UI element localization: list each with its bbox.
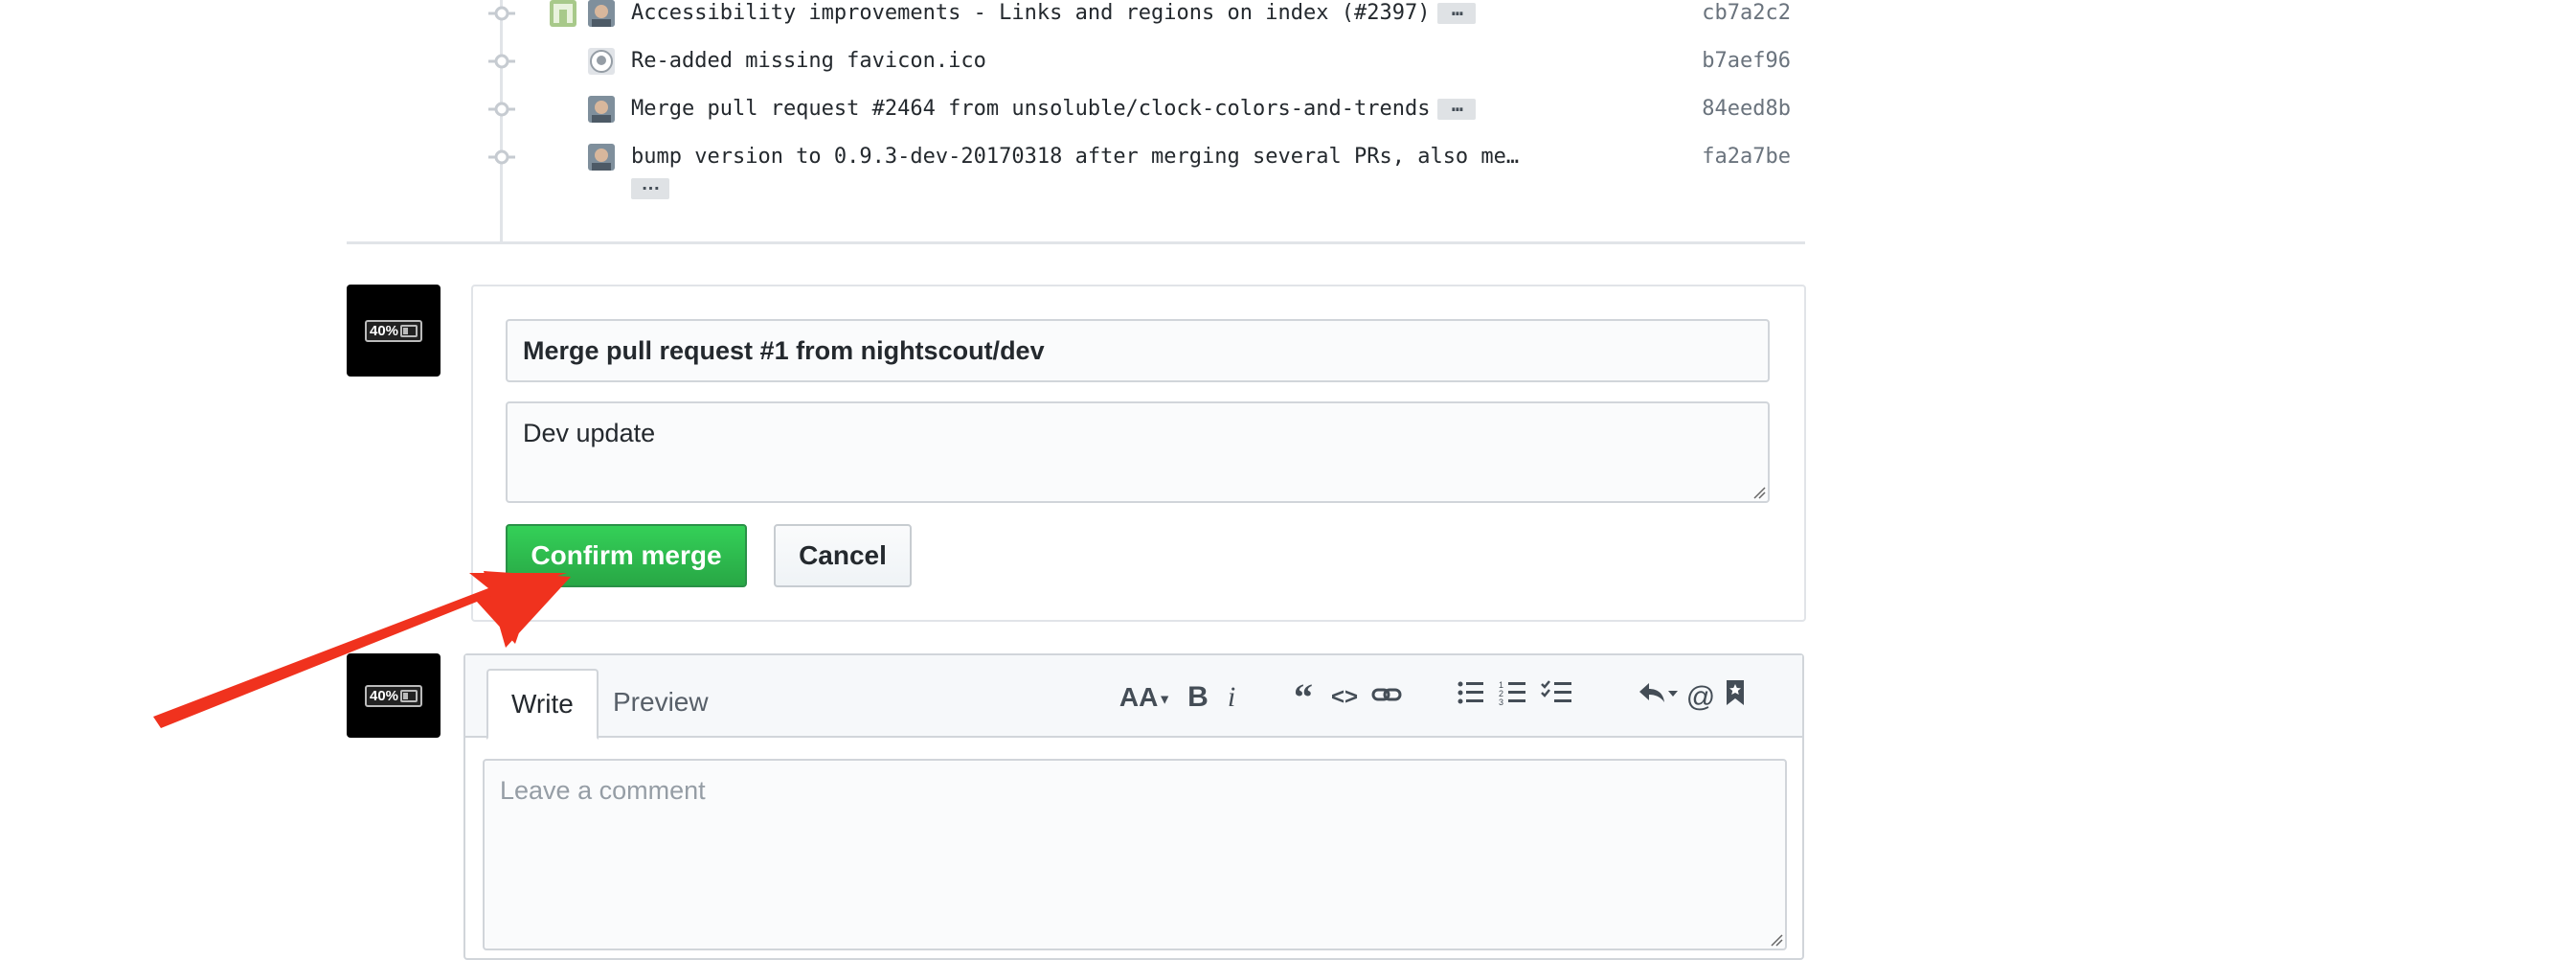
comment-placeholder: Leave a comment [500, 776, 706, 805]
battery-icon: 40% [364, 684, 423, 707]
unordered-list-icon[interactable] [1454, 678, 1488, 717]
task-list-icon[interactable] [1538, 678, 1576, 717]
mention-icon[interactable]: @ [1685, 678, 1716, 717]
merge-body-text: Dev update [523, 419, 656, 447]
avatar-badge-text: 40% [369, 322, 399, 339]
battery-icon: 40% [364, 319, 423, 342]
cancel-button[interactable]: Cancel [774, 524, 912, 587]
commit-dot-icon [488, 6, 515, 21]
commit-sha-link[interactable]: fa2a7be [1599, 144, 1791, 171]
author-avatar[interactable] [588, 96, 615, 123]
user-avatar[interactable]: 40% [347, 285, 441, 377]
confirm-merge-button[interactable]: Confirm merge [506, 524, 747, 587]
user-avatar[interactable]: 40% [347, 653, 441, 738]
avatar-badge-text: 40% [369, 687, 399, 704]
link-icon[interactable] [1369, 678, 1404, 717]
comment-toolbar: Write Preview AA▼ B i “ <> 123 @ [465, 655, 1802, 740]
header-icon[interactable]: AA▼ [1117, 678, 1174, 717]
github-mark-avatar[interactable] [588, 48, 615, 75]
commit-message[interactable]: bump version to 0.9.3-dev-20170318 after… [631, 144, 1519, 171]
ordered-list-icon[interactable]: 123 [1496, 678, 1530, 717]
commit-row: Accessibility improvements - Links and r… [0, 0, 1819, 48]
reply-icon[interactable] [1638, 678, 1680, 717]
author-avatar[interactable] [588, 0, 615, 27]
commit-message[interactable]: Merge pull request #2464 from unsoluble/… [631, 95, 1477, 123]
svg-text:3: 3 [1499, 697, 1503, 706]
code-icon[interactable]: <> [1327, 678, 1362, 717]
header-icon-text: AA [1119, 682, 1159, 712]
commit-row: bump version to 0.9.3-dev-20170318 after… [0, 144, 1819, 199]
merge-body-textarea[interactable]: Dev update [506, 401, 1770, 503]
merge-title-input[interactable]: Merge pull request #1 from nightscout/de… [506, 319, 1770, 382]
bookmark-icon[interactable] [1722, 678, 1749, 717]
co-author-avatar[interactable] [550, 0, 576, 27]
commit-sha-link[interactable]: b7aef96 [1599, 48, 1791, 75]
comment-textarea[interactable]: Leave a comment [483, 759, 1787, 950]
italic-icon[interactable]: i [1220, 678, 1243, 717]
commit-dot-icon [488, 54, 515, 69]
timeline-separator [347, 241, 1805, 244]
commit-row: Re-added missing favicon.ico b7aef96 [0, 48, 1819, 96]
merge-form: Merge pull request #1 from nightscout/de… [471, 285, 1806, 622]
commit-message[interactable]: Re-added missing favicon.ico [631, 48, 986, 75]
author-avatar[interactable] [588, 144, 615, 171]
expand-commit-button[interactable]: … [1437, 95, 1477, 120]
commit-row: Merge pull request #2464 from unsoluble/… [0, 95, 1819, 144]
commit-ellipsis-wrap: … [631, 174, 669, 199]
expand-commit-button[interactable]: … [1437, 0, 1477, 24]
commit-sha-link[interactable]: cb7a2c2 [1599, 0, 1791, 27]
quote-icon[interactable]: “ [1287, 678, 1320, 717]
commit-sha-link[interactable]: 84eed8b [1599, 96, 1791, 123]
commit-dot-icon [488, 149, 515, 165]
tab-preview[interactable]: Preview [590, 669, 732, 740]
commit-message[interactable]: Accessibility improvements - Links and r… [631, 0, 1477, 27]
comment-form: Write Preview AA▼ B i “ <> 123 @ Leave a… [463, 653, 1804, 960]
resize-grip-icon[interactable] [1770, 933, 1783, 947]
tab-write[interactable]: Write [486, 669, 599, 740]
resize-grip-icon[interactable] [1752, 486, 1766, 499]
bold-icon[interactable]: B [1184, 678, 1212, 717]
commit-dot-icon [488, 102, 515, 117]
expand-commit-button[interactable]: … [631, 174, 669, 199]
